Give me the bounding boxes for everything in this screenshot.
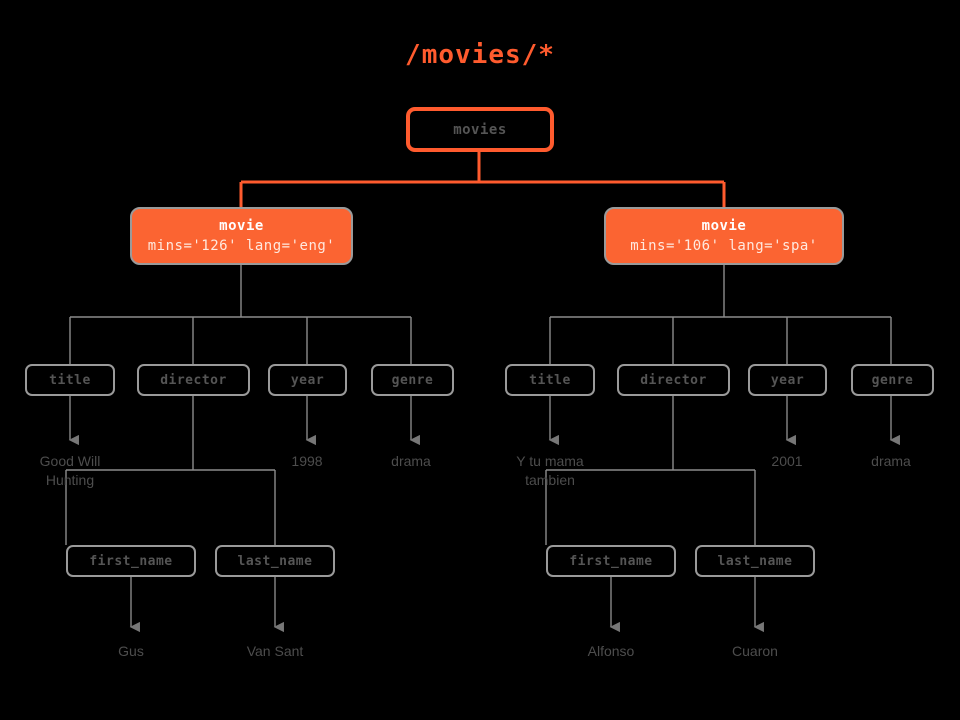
node-director-1[interactable]: director — [137, 364, 250, 396]
node-movie-1[interactable]: movie mins='126' lang='eng' — [130, 207, 353, 265]
node-first-name-2[interactable]: first_name — [546, 545, 676, 577]
root-edges — [239, 152, 726, 207]
xpath-tree-diagram: /movies/* movies movie mins='126' lang='… — [0, 0, 960, 720]
value-arrows — [68, 396, 900, 633]
value-title-2: Y tu mama tambien — [516, 453, 584, 488]
node-director-2[interactable]: director — [617, 364, 730, 396]
value-genre-1: drama — [391, 453, 431, 469]
value-first-name-1: Gus — [118, 643, 144, 659]
value-year-1: 1998 — [291, 453, 323, 469]
node-first-name-1[interactable]: first_name — [66, 545, 196, 577]
node-movies-root[interactable]: movies — [406, 107, 554, 152]
node-attributes: mins='106' lang='spa' — [630, 238, 818, 254]
value-title-1: Good Will Hunting — [39, 453, 101, 488]
left-movie-edges — [69, 265, 412, 364]
node-label: year — [770, 372, 805, 388]
value-first-name-2: Alfonso — [587, 643, 635, 659]
node-last-name-1[interactable]: last_name — [215, 545, 335, 577]
node-genre-1[interactable]: genre — [371, 364, 454, 396]
node-label: title — [529, 372, 571, 388]
node-movie-2[interactable]: movie mins='106' lang='spa' — [604, 207, 844, 265]
value-last-name-1: Van Sant — [246, 643, 304, 659]
node-label: first_name — [89, 553, 173, 569]
node-label: last_name — [237, 553, 313, 569]
node-attributes: mins='126' lang='eng' — [147, 238, 336, 254]
node-label: title — [49, 372, 91, 388]
page-title: /movies/* — [405, 40, 555, 70]
node-genre-2[interactable]: genre — [851, 364, 934, 396]
node-label: genre — [391, 372, 434, 388]
node-tag: movie — [219, 218, 264, 234]
node-label: genre — [871, 372, 914, 388]
node-title-1[interactable]: title — [25, 364, 115, 396]
node-label: director — [160, 372, 227, 388]
node-year-1[interactable]: year — [268, 364, 347, 396]
value-year-2: 2001 — [771, 453, 803, 469]
node-label: year — [290, 372, 325, 388]
node-label: last_name — [717, 553, 793, 569]
node-label: movies — [453, 121, 507, 138]
node-last-name-2[interactable]: last_name — [695, 545, 815, 577]
value-last-name-2: Cuaron — [732, 643, 778, 659]
node-year-2[interactable]: year — [748, 364, 827, 396]
node-tag: movie — [701, 218, 747, 234]
value-genre-2: drama — [871, 453, 911, 469]
node-title-2[interactable]: title — [505, 364, 595, 396]
node-label: first_name — [569, 553, 653, 569]
node-label: director — [640, 372, 707, 388]
right-movie-edges — [549, 265, 892, 364]
